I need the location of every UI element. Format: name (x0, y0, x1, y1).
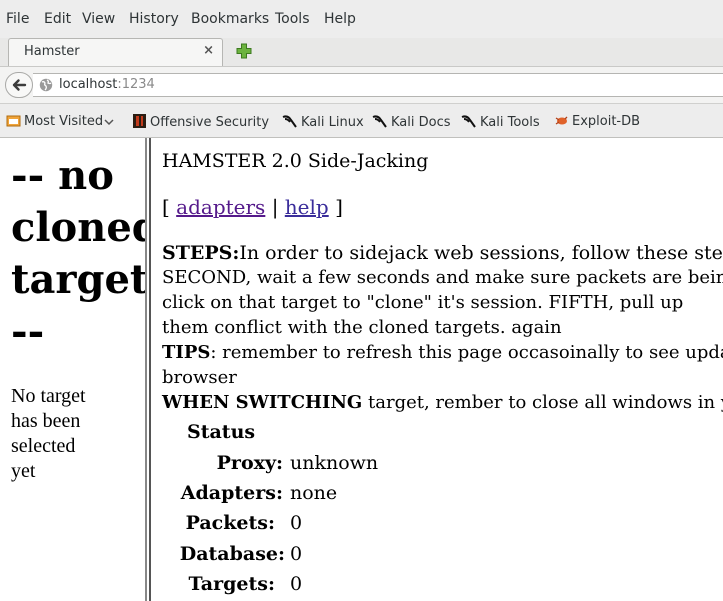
menu-view[interactable]: View (82, 11, 115, 27)
bookmark-kali-docs[interactable]: Kali Docs (372, 113, 451, 130)
switching-line: WHEN SWITCHING target, rember to close a… (162, 392, 723, 413)
offensive-security-icon (133, 114, 146, 128)
kali-dragon-icon (461, 115, 476, 128)
steps-line: click on that target to "clone" it's ses… (162, 292, 684, 313)
status-value-targets: 0 (290, 573, 303, 595)
no-target-message-line: yet (11, 460, 36, 482)
kali-dragon-icon (372, 115, 387, 128)
tips-text: : remember to refresh this page occasoin… (210, 342, 723, 363)
no-target-heading-line: target (11, 256, 145, 303)
switching-label: WHEN SWITCHING (162, 392, 363, 413)
page-content: -- no cloned target -- No target has bee… (0, 138, 723, 601)
no-target-heading-line: -- no (11, 152, 114, 199)
kali-dragon-icon (282, 115, 297, 128)
tips-line: browser (162, 367, 237, 388)
help-link[interactable]: help (285, 195, 329, 219)
no-target-heading-line: -- (11, 308, 45, 355)
new-tab-plus-icon[interactable] (235, 42, 253, 60)
switching-text: target, rember to close all windows in y… (362, 392, 723, 413)
bookmark-most-visited[interactable]: Most Visited (6, 113, 118, 129)
exploit-db-bug-icon (555, 116, 568, 125)
close-icon[interactable]: × (203, 43, 214, 58)
status-label-database: Database: (179, 543, 285, 565)
menu-help[interactable]: Help (324, 11, 356, 27)
no-target-message-line: selected (11, 435, 76, 457)
link-separator: | (271, 195, 279, 219)
bookmark-kali-linux[interactable]: Kali Linux (282, 113, 364, 130)
back-arrow-icon (12, 79, 27, 91)
menu-edit[interactable]: Edit (44, 11, 71, 27)
tips-label: TIPS (162, 342, 211, 363)
tab-strip: Hamster × (0, 38, 723, 66)
back-button[interactable] (5, 72, 33, 98)
globe-icon (39, 78, 53, 92)
status-heading: Status (187, 421, 256, 443)
status-value-packets: 0 (290, 512, 303, 534)
status-value-proxy: unknown (290, 452, 379, 474)
nav-links: [ adapters | help ] (162, 195, 343, 219)
status-label-proxy: Proxy: (216, 452, 283, 474)
steps-label: STEPS: (162, 242, 240, 264)
url-port: :1234 (117, 77, 155, 92)
bookmark-label: Kali Docs (391, 115, 451, 130)
bookmark-label: Exploit-DB (572, 114, 641, 129)
left-frame[interactable]: -- no cloned target -- No target has bee… (0, 138, 145, 601)
no-target-message-line: has been (11, 410, 81, 432)
no-target-heading-line: cloned (11, 204, 145, 251)
chevron-down-icon (104, 119, 114, 126)
url-text: localhost:1234 (59, 77, 155, 92)
page-title: HAMSTER 2.0 Side-Jacking (162, 150, 429, 172)
tab-title: Hamster (24, 44, 80, 59)
bookmarks-toolbar: Most Visited Offensive Security Kali Lin… (0, 104, 723, 138)
folder-icon (6, 115, 21, 127)
right-frame[interactable]: HAMSTER 2.0 Side-Jacking [ adapters | he… (151, 138, 723, 601)
steps-line: STEPS:In order to sidejack web sessions,… (162, 242, 723, 264)
steps-text: In order to sidejack web sessions, follo… (239, 242, 723, 264)
adapters-link[interactable]: adapters (176, 195, 265, 219)
status-value-adapters: none (290, 482, 338, 504)
url-host: localhost (59, 77, 118, 92)
bookmark-label: Kali Linux (301, 115, 364, 130)
bookmark-label: Offensive Security (150, 115, 270, 130)
bookmark-label: Most Visited (24, 114, 104, 129)
menu-bar: File Edit View History Bookmarks Tools H… (0, 0, 723, 38)
status-label-targets: Targets: (188, 573, 275, 595)
bookmark-exploit-db[interactable]: Exploit-DB (554, 113, 640, 129)
menu-bookmarks[interactable]: Bookmarks (191, 11, 269, 27)
url-bar[interactable]: localhost:1234 (33, 73, 723, 97)
steps-line: them conflict with the cloned targets. a… (162, 317, 562, 338)
status-label-adapters: Adapters: (180, 482, 283, 504)
tips-line: TIPS: remember to refresh this page occa… (162, 342, 723, 363)
no-target-message-line: No target (11, 385, 86, 407)
menu-history[interactable]: History (129, 11, 179, 27)
bracket-close: ] (335, 195, 343, 219)
bookmark-label: Kali Tools (480, 115, 540, 130)
steps-line: SECOND, wait a few seconds and make sure… (162, 267, 723, 288)
menu-file[interactable]: File (6, 11, 29, 27)
status-value-database: 0 (290, 543, 303, 565)
bracket-open: [ (162, 195, 170, 219)
bookmark-offensive-security[interactable]: Offensive Security (132, 113, 269, 130)
menu-tools[interactable]: Tools (275, 11, 310, 27)
bookmark-kali-tools[interactable]: Kali Tools (461, 113, 540, 130)
status-label-packets: Packets: (185, 512, 275, 534)
tab-hamster[interactable]: Hamster × (8, 38, 223, 66)
navigation-bar: localhost:1234 (0, 66, 723, 104)
